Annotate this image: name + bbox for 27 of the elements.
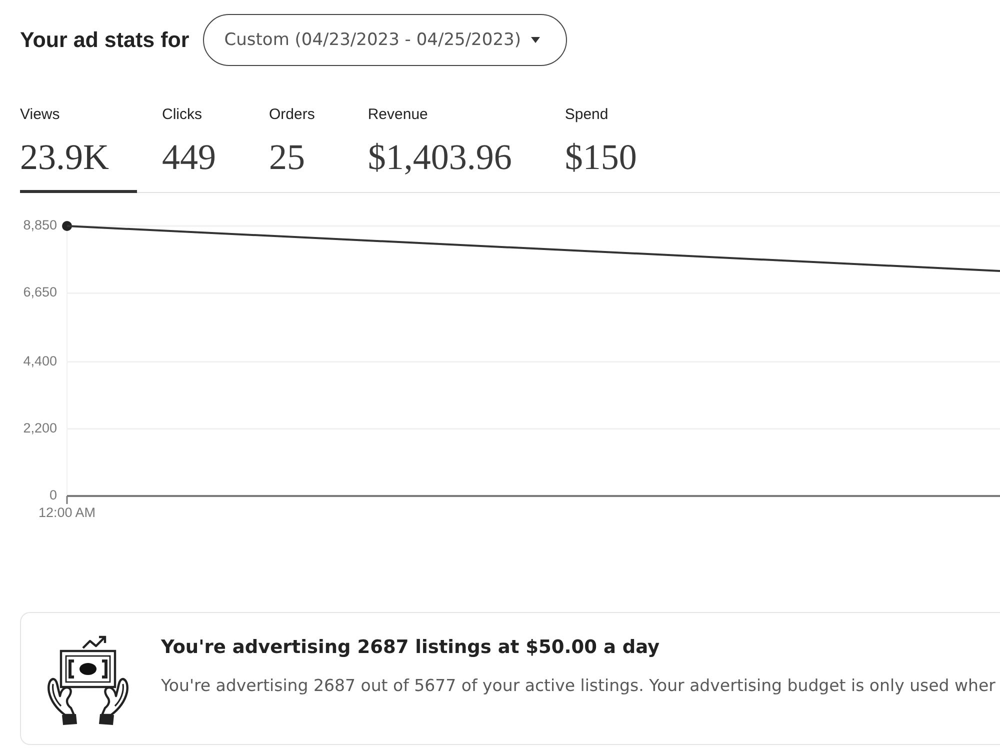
stat-label: Clicks xyxy=(162,106,202,124)
stat-label: Revenue xyxy=(368,106,428,124)
stat-tab[interactable]: Spend $150 xyxy=(564,106,665,193)
y-axis-label: 8,850 xyxy=(23,218,57,233)
stat-label: Views xyxy=(20,106,60,124)
y-axis-label: 2,200 xyxy=(23,420,57,436)
page-title: Your ad stats for xyxy=(20,28,190,52)
stat-value: 449 xyxy=(162,136,216,178)
stat-tab[interactable]: Revenue $1,403.96 xyxy=(368,106,540,193)
stat-tab[interactable]: Views 23.9K xyxy=(20,106,137,193)
caret-icon xyxy=(530,37,540,43)
stat-label: Orders xyxy=(269,106,315,124)
stat-tab[interactable]: Clicks 449 xyxy=(162,106,244,193)
stat-value: 25 xyxy=(269,136,305,178)
budget-description: You're advertising 2687 out of 5677 of your active listings. Your advertising budget is only used wher xyxy=(161,676,996,696)
stat-value: 23.9K xyxy=(20,136,109,178)
y-axis-label: 6,650 xyxy=(23,284,57,300)
y-axis-label: 4,400 xyxy=(23,353,57,368)
y-axis-label: 0 xyxy=(49,488,57,503)
x-axis-label: 12:00 AM xyxy=(38,505,96,520)
stat-label: Spend xyxy=(564,106,608,124)
stat-tab[interactable]: Orders 25 xyxy=(269,106,343,193)
data-point-marker xyxy=(62,221,72,231)
date-range-dropdown[interactable]: Custom (04/23/2023 - 04/25/2023) xyxy=(203,14,567,66)
budget-title: You're advertising 2687 listings at $50.00 a day xyxy=(161,636,660,660)
stat-value: $150 xyxy=(564,136,637,178)
stat-value: $1,403.96 xyxy=(368,136,512,178)
